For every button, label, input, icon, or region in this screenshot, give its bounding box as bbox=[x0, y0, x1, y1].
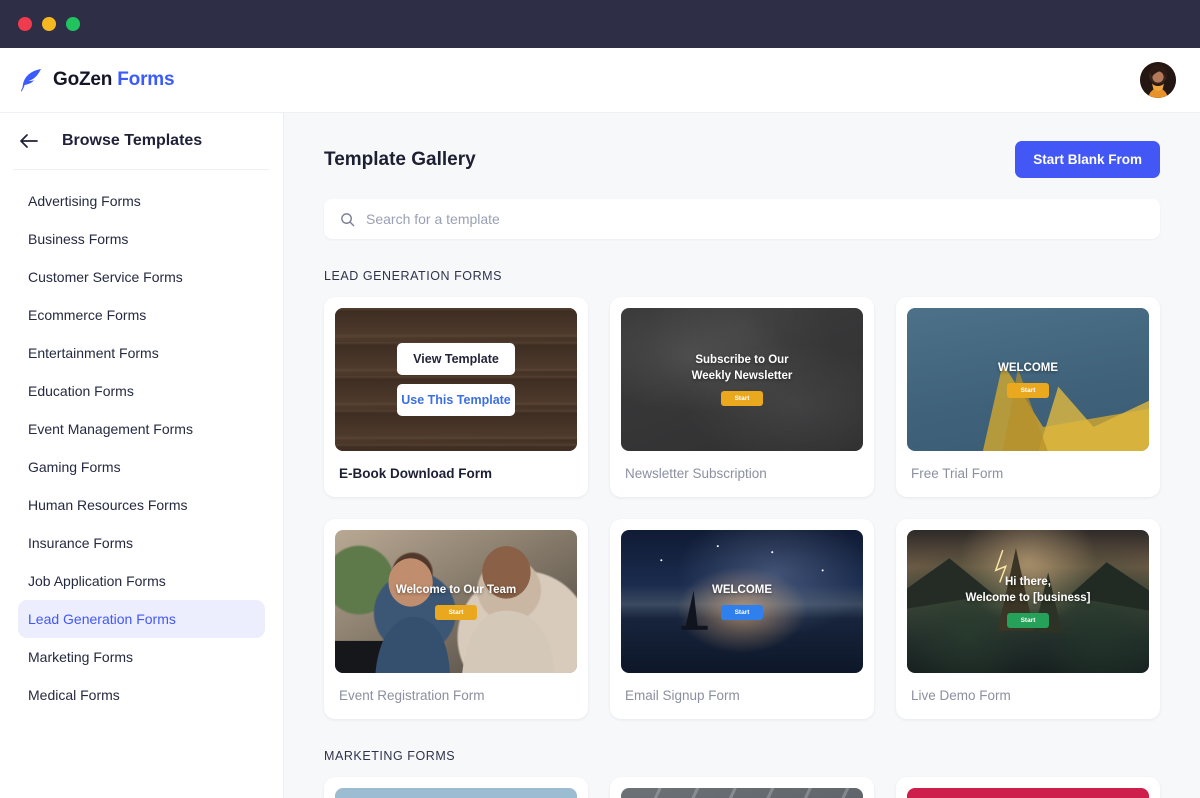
template-thumbnail[interactable]: WELCOME Start bbox=[621, 530, 863, 673]
thumbnail-preview-content: Hi there, Welcome to [business] Start bbox=[965, 575, 1091, 629]
view-template-button[interactable]: View Template bbox=[397, 343, 515, 375]
avatar[interactable] bbox=[1140, 62, 1176, 98]
template-thumbnail[interactable]: WELCOME Start bbox=[907, 308, 1149, 451]
thumbnail-start-button[interactable]: Start bbox=[720, 391, 764, 407]
search-icon bbox=[340, 212, 355, 227]
sidebar-item-gaming-forms[interactable]: Gaming Forms bbox=[18, 448, 265, 486]
thumbnail-start-button[interactable]: Start bbox=[1006, 383, 1050, 399]
thumbnail-headline: Welcome to Our Team bbox=[395, 583, 517, 596]
template-card[interactable]: WELCOME Start Free Trial Form bbox=[896, 297, 1160, 497]
window-titlebar bbox=[0, 0, 1200, 48]
template-card[interactable] bbox=[610, 777, 874, 798]
sidebar-item-ecommerce-forms[interactable]: Ecommerce Forms bbox=[18, 296, 265, 334]
window-minimize-button[interactable] bbox=[42, 17, 56, 31]
window-close-button[interactable] bbox=[18, 17, 32, 31]
sidebar-item-advertising-forms[interactable]: Advertising Forms bbox=[18, 182, 265, 220]
template-grid bbox=[324, 777, 1160, 798]
template-thumbnail[interactable]: Welcome to Our Team Start bbox=[335, 530, 577, 673]
sidebar-item-customer-service-forms[interactable]: Customer Service Forms bbox=[18, 258, 265, 296]
app-body: Browse Templates Advertising Forms Busine… bbox=[0, 113, 1200, 798]
use-this-template-button[interactable]: Use This Template bbox=[397, 384, 515, 416]
sidebar-header: Browse Templates bbox=[0, 113, 283, 169]
thumbnail-headline: Subscribe to Our Weekly Newsletter bbox=[691, 353, 793, 382]
template-card[interactable]: Hi there, Welcome to [business] Start Live … bbox=[896, 519, 1160, 719]
thumbnail-art-lightblue bbox=[335, 788, 577, 798]
thumbnail-start-button[interactable]: Start bbox=[434, 605, 478, 621]
sidebar-item-business-forms[interactable]: Business Forms bbox=[18, 220, 265, 258]
start-blank-form-button[interactable]: Start Blank From bbox=[1015, 141, 1160, 178]
sidebar-item-lead-generation-forms[interactable]: Lead Generation Forms bbox=[18, 600, 265, 638]
template-card-title: Event Registration Form bbox=[339, 688, 485, 703]
sidebar-item-education-forms[interactable]: Education Forms bbox=[18, 372, 265, 410]
section-label: MARKETING FORMS bbox=[324, 749, 456, 763]
sidebar: Browse Templates Advertising Forms Busine… bbox=[0, 113, 284, 798]
thumbnail-art-ceiling bbox=[621, 788, 863, 798]
sidebar-nav: Advertising Forms Business Forms Customer … bbox=[0, 170, 283, 714]
template-thumbnail[interactable]: View Template Use This Template bbox=[335, 308, 577, 451]
page-title: Template Gallery bbox=[324, 148, 476, 170]
sidebar-item-marketing-forms[interactable]: Marketing Forms bbox=[18, 638, 265, 676]
thumbnail-preview-content: Subscribe to Our Weekly Newsletter Start bbox=[691, 353, 793, 407]
sidebar-title: Browse Templates bbox=[62, 132, 203, 149]
template-card[interactable] bbox=[896, 777, 1160, 798]
template-thumbnail[interactable] bbox=[621, 788, 863, 798]
template-card-title: Free Trial Form bbox=[911, 466, 1004, 481]
thumbnail-preview-content: WELCOME Start bbox=[998, 361, 1058, 399]
app-header: GoZen Forms bbox=[0, 48, 1200, 113]
thumbnail-preview-content: WELCOME Start bbox=[712, 583, 772, 621]
brand-logo[interactable]: GoZen Forms bbox=[18, 67, 175, 93]
section-label: LEAD GENERATION FORMS bbox=[324, 269, 503, 283]
brand-name-secondary: Forms bbox=[117, 69, 175, 90]
template-card-title: Email Signup Form bbox=[625, 688, 740, 703]
thumbnail-art-crimson bbox=[907, 788, 1149, 798]
template-card-title: Newsletter Subscription bbox=[625, 466, 767, 481]
template-sections: LEAD GENERATION FORMS View Template Use Th… bbox=[324, 269, 1160, 798]
thumbnail-headline: WELCOME bbox=[997, 361, 1059, 374]
thumbnail-start-button[interactable]: Start bbox=[1006, 613, 1050, 629]
brand-name-primary: GoZen bbox=[53, 69, 113, 90]
app-window: GoZen Forms Browse Templates Advertising… bbox=[0, 0, 1200, 798]
main-content: Template Gallery Start Blank From LEAD G… bbox=[284, 113, 1200, 798]
search-bar[interactable] bbox=[324, 199, 1160, 239]
template-grid: View Template Use This Template E-Book Dow… bbox=[324, 297, 1160, 719]
template-card[interactable]: Subscribe to Our Weekly Newsletter Start Ne… bbox=[610, 297, 874, 497]
sidebar-item-job-application-forms[interactable]: Job Application Forms bbox=[18, 562, 265, 600]
thumbnail-headline: Hi there, Welcome to [business] bbox=[965, 575, 1091, 604]
template-thumbnail[interactable]: Hi there, Welcome to [business] Start bbox=[907, 530, 1149, 673]
sidebar-item-insurance-forms[interactable]: Insurance Forms bbox=[18, 524, 265, 562]
thumbnail-headline: WELCOME bbox=[711, 583, 773, 596]
sidebar-item-human-resources-forms[interactable]: Human Resources Forms bbox=[18, 486, 265, 524]
template-thumbnail[interactable] bbox=[335, 788, 577, 798]
sidebar-item-event-management-forms[interactable]: Event Management Forms bbox=[18, 410, 265, 448]
template-hover-overlay: View Template Use This Template bbox=[335, 308, 577, 451]
template-thumbnail[interactable] bbox=[907, 788, 1149, 798]
sidebar-item-medical-forms[interactable]: Medical Forms bbox=[18, 676, 265, 714]
thumbnail-start-button[interactable]: Start bbox=[720, 605, 764, 621]
template-card-title: E-Book Download Form bbox=[339, 466, 492, 481]
template-card[interactable]: WELCOME Start Email Signup Form bbox=[610, 519, 874, 719]
brand-text: GoZen Forms bbox=[53, 69, 175, 91]
search-input[interactable] bbox=[366, 211, 1144, 227]
template-card[interactable]: View Template Use This Template E-Book Dow… bbox=[324, 297, 588, 497]
template-thumbnail[interactable]: Subscribe to Our Weekly Newsletter Start bbox=[621, 308, 863, 451]
thumbnail-preview-content: Welcome to Our Team Start bbox=[396, 583, 516, 621]
sidebar-item-entertainment-forms[interactable]: Entertainment Forms bbox=[18, 334, 265, 372]
feather-icon bbox=[18, 67, 44, 93]
arrow-left-icon[interactable] bbox=[18, 130, 40, 152]
template-card[interactable]: Welcome to Our Team Start Event Registrati… bbox=[324, 519, 588, 719]
template-card[interactable] bbox=[324, 777, 588, 798]
window-maximize-button[interactable] bbox=[66, 17, 80, 31]
template-card-title: Live Demo Form bbox=[911, 688, 1011, 703]
main-header: Template Gallery Start Blank From bbox=[324, 141, 1160, 178]
